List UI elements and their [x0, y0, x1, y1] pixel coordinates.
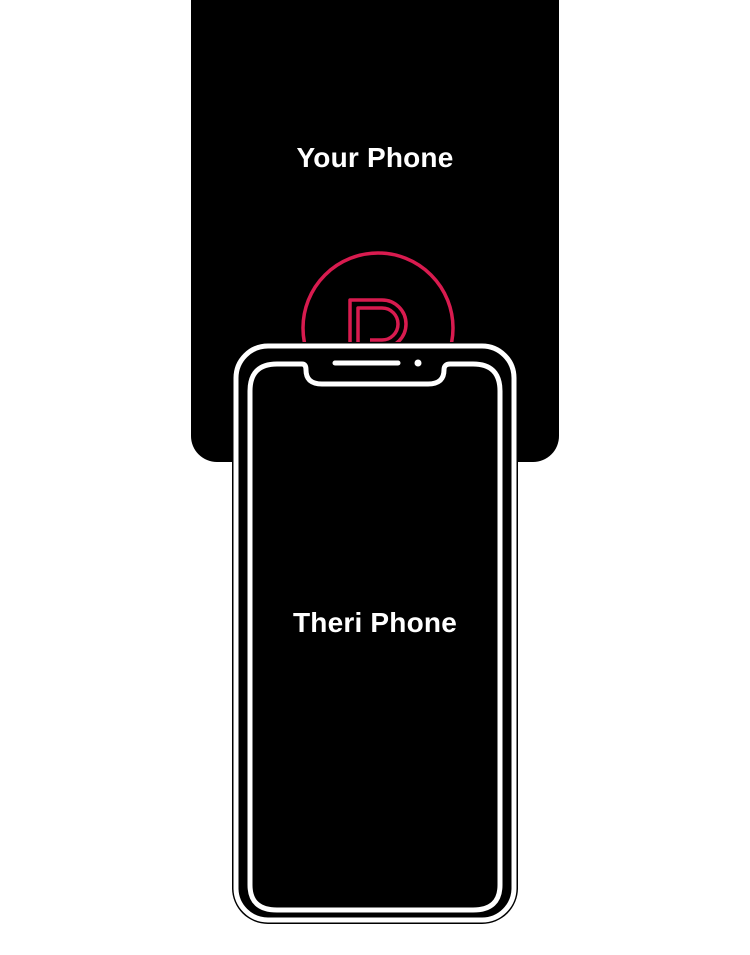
- camera-dot: [414, 359, 422, 367]
- your-phone-label: Your Phone: [296, 142, 454, 173]
- their-phone-label: Theri Phone: [293, 607, 457, 638]
